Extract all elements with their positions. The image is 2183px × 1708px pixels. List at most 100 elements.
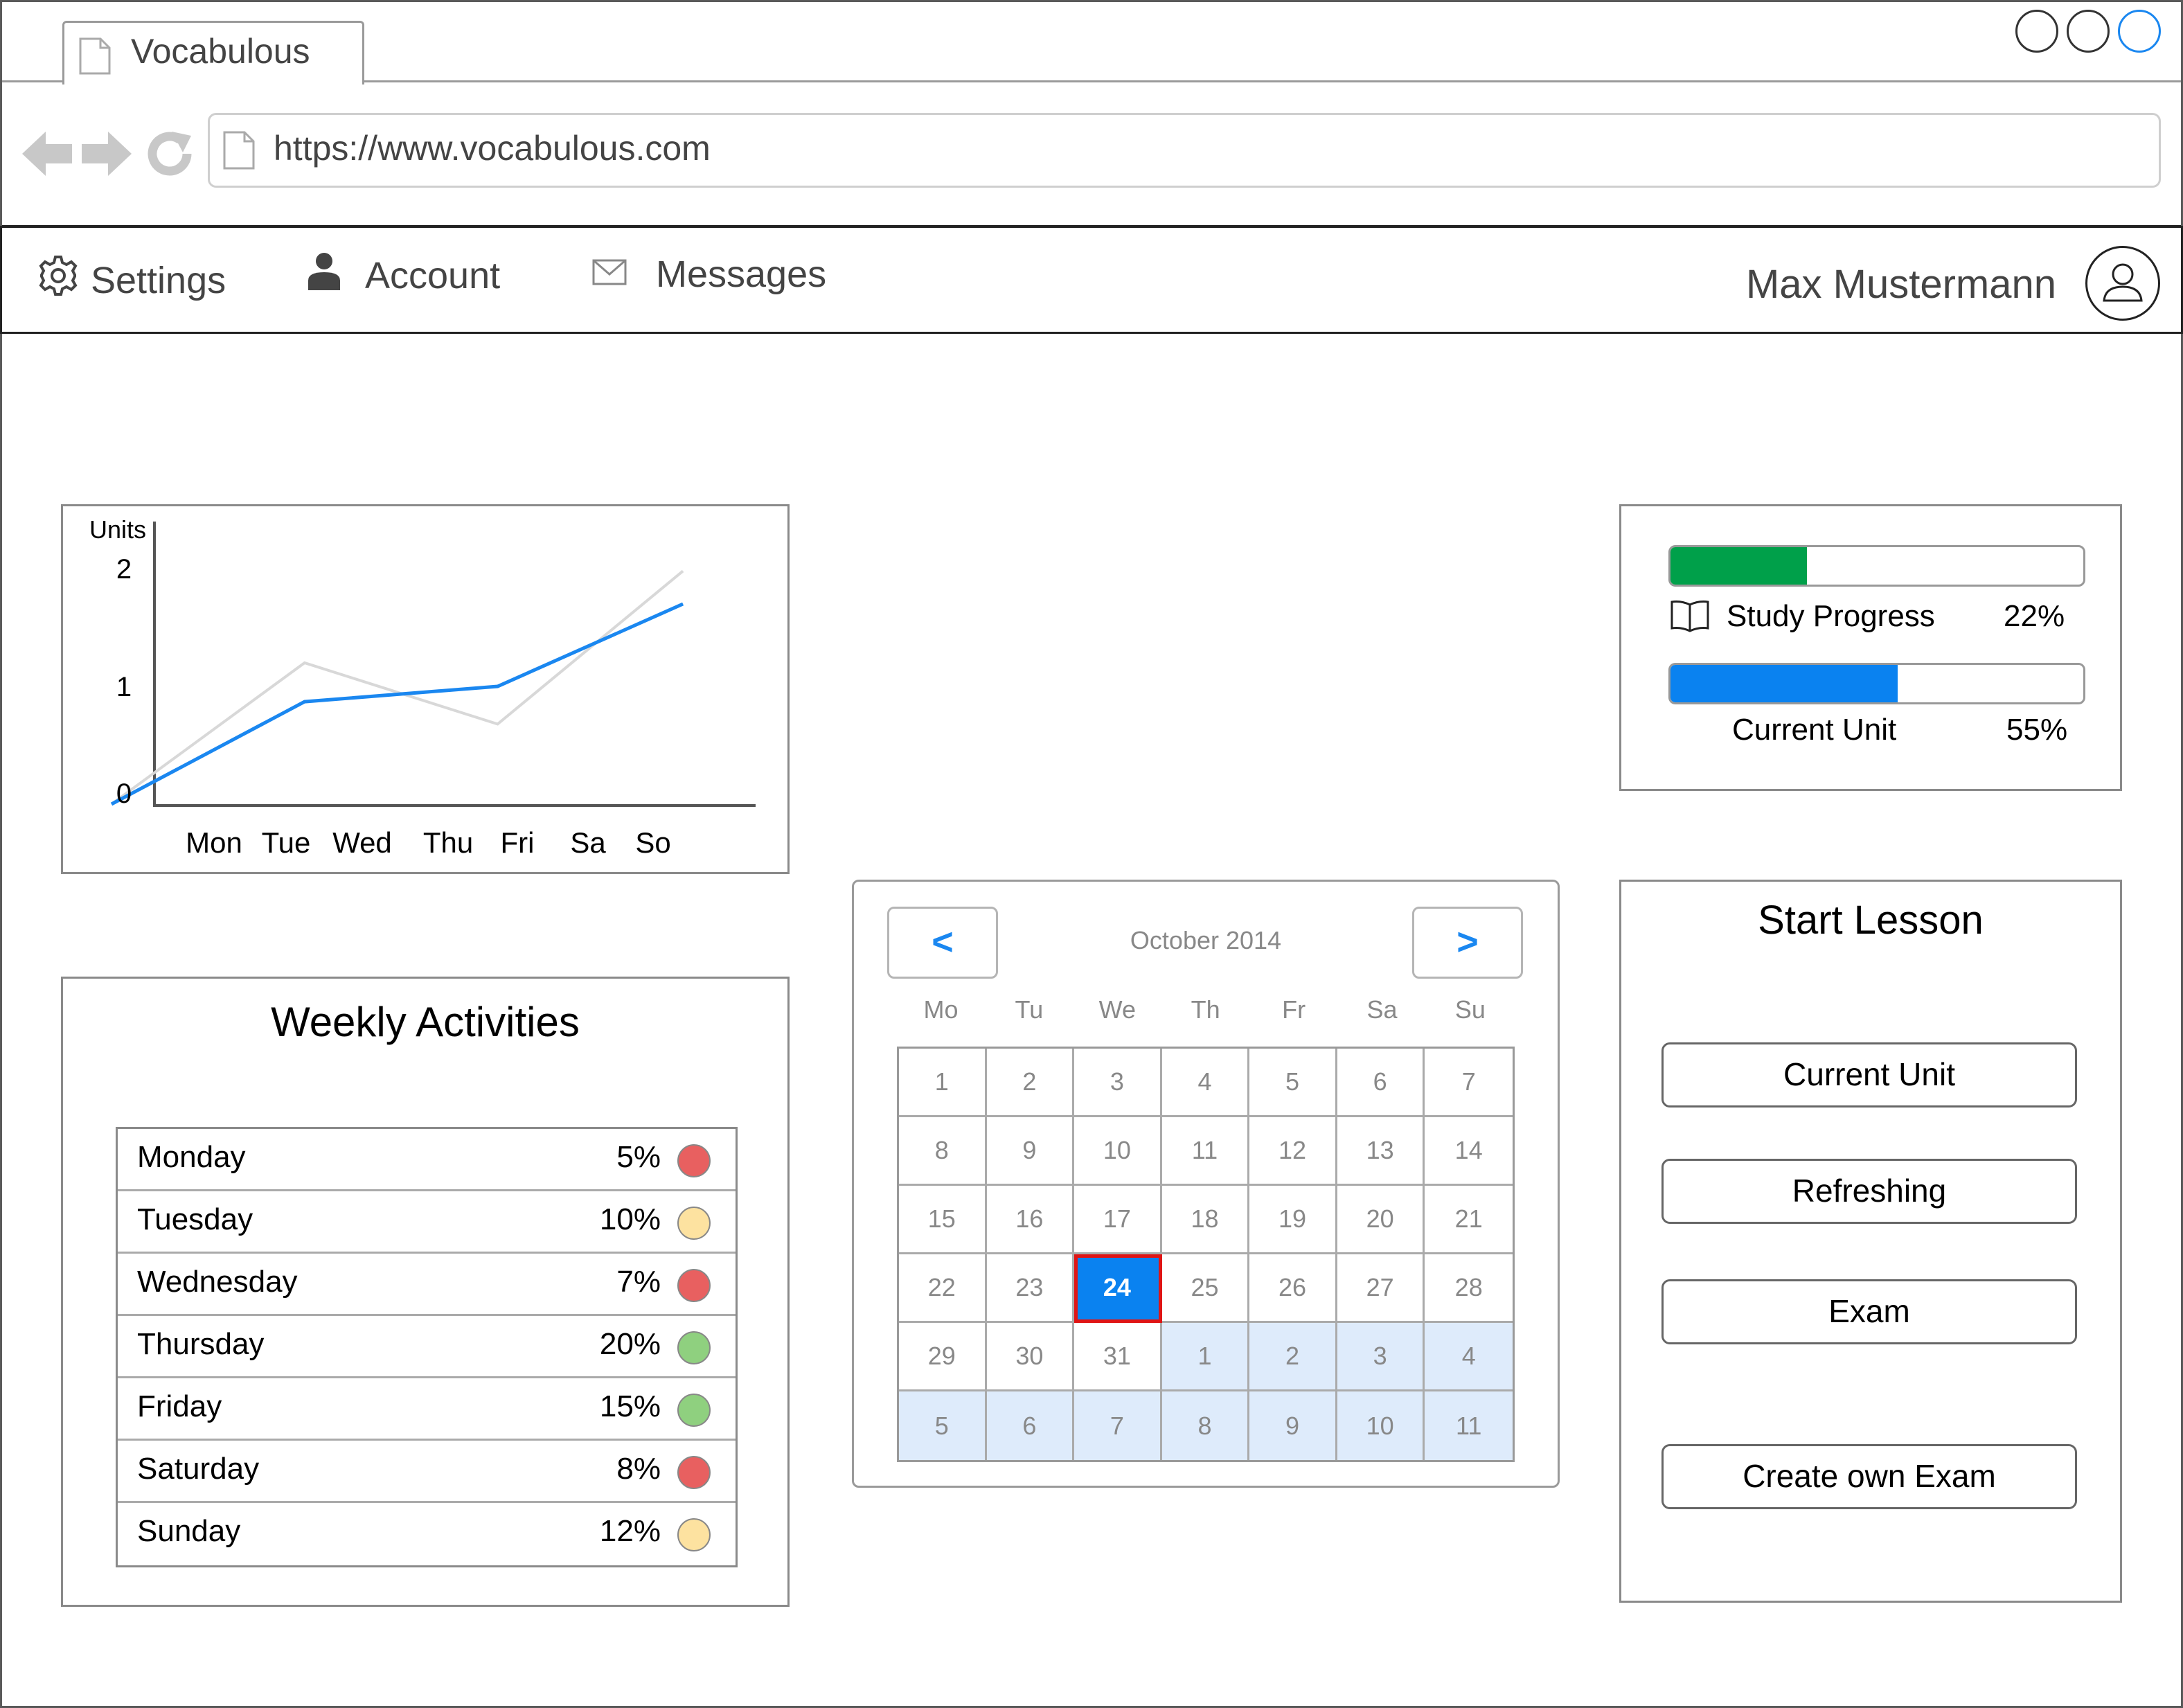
calendar-day[interactable]: 3 <box>1074 1049 1162 1117</box>
calendar-weekday-header: Fr <box>1282 995 1306 1024</box>
calendar-day[interactable]: 31 <box>1074 1323 1162 1391</box>
progress-panel: Study Progress 22% Current Unit 55% <box>1619 504 2122 791</box>
calendar-day[interactable]: 12 <box>1249 1117 1337 1186</box>
activity-percent: 8% <box>616 1452 661 1486</box>
calendar-day[interactable]: 30 <box>986 1323 1075 1391</box>
status-dot-icon <box>677 1144 711 1177</box>
calendar-day-selected[interactable]: 24 <box>1074 1254 1162 1323</box>
weekday-label: Thursday <box>137 1327 265 1361</box>
calendar-day[interactable]: 10 <box>1337 1391 1425 1460</box>
window-close-button[interactable] <box>2118 10 2161 53</box>
calendar-day[interactable]: 26 <box>1249 1254 1337 1323</box>
calendar-day[interactable]: 10 <box>1074 1117 1162 1186</box>
calendar-next-button[interactable]: > <box>1412 907 1523 979</box>
account-menu-item[interactable]: Account <box>307 251 500 299</box>
calendar-day[interactable]: 8 <box>899 1117 987 1186</box>
activity-percent: 7% <box>616 1265 661 1299</box>
weekday-label: Saturday <box>137 1452 260 1486</box>
calendar-day[interactable]: 18 <box>1161 1186 1250 1254</box>
window-minimize-button[interactable] <box>2015 10 2058 53</box>
weekly-activities-title: Weekly Activities <box>271 999 580 1045</box>
refreshing-button[interactable]: Refreshing <box>1661 1159 2077 1224</box>
calendar-day[interactable]: 9 <box>1249 1391 1337 1460</box>
calendar-day[interactable]: 6 <box>986 1391 1075 1460</box>
calendar-day[interactable]: 21 <box>1425 1186 1513 1254</box>
calendar-day[interactable]: 20 <box>1337 1186 1425 1254</box>
weekly-row-saturday: Saturday 8% <box>118 1441 736 1503</box>
calendar-day[interactable]: 7 <box>1074 1391 1162 1460</box>
weekly-row-monday: Monday 5% <box>118 1129 736 1191</box>
person-icon <box>307 251 341 299</box>
calendar-day[interactable]: 23 <box>986 1254 1075 1323</box>
status-dot-icon <box>677 1394 711 1427</box>
exam-button[interactable]: Exam <box>1661 1279 2077 1344</box>
calendar-grid: 1 2 3 4 5 6 7 8 9 10 11 12 13 14 15 16 17 18 19 20 21 22 23 24 2… <box>897 1047 1515 1462</box>
calendar-day[interactable]: 15 <box>899 1186 987 1254</box>
calendar-day[interactable]: 28 <box>1425 1254 1513 1323</box>
chart-x-tick-label: Fri <box>501 826 535 859</box>
weekday-label: Wednesday <box>137 1265 298 1299</box>
calendar-day[interactable]: 2 <box>1249 1323 1337 1391</box>
calendar-day[interactable]: 5 <box>1249 1049 1337 1117</box>
calendar-day[interactable]: 13 <box>1337 1117 1425 1186</box>
calendar-weekday-header: Tu <box>1015 995 1044 1024</box>
units-chart-panel: Units 0 1 2 Mon Tue Wed Thu Fri Sa So <box>61 504 790 874</box>
calendar-day[interactable]: 9 <box>986 1117 1075 1186</box>
calendar-day[interactable]: 7 <box>1425 1049 1513 1117</box>
address-bar[interactable]: https://www.vocabulous.com <box>208 113 2161 188</box>
calendar-weekday-header: We <box>1098 995 1136 1024</box>
current-unit-button[interactable]: Current Unit <box>1661 1042 2077 1107</box>
calendar-weekday-header: Th <box>1191 995 1220 1024</box>
browser-tab[interactable]: Vocabulous <box>62 21 364 84</box>
calendar-day[interactable]: 29 <box>899 1323 987 1391</box>
calendar-day[interactable]: 3 <box>1337 1323 1425 1391</box>
calendar-day[interactable]: 27 <box>1337 1254 1425 1323</box>
settings-label: Settings <box>91 259 226 301</box>
messages-menu-item[interactable]: Messages <box>592 253 826 296</box>
calendar-day[interactable]: 11 <box>1161 1117 1250 1186</box>
status-dot-icon <box>677 1207 711 1240</box>
calendar-day[interactable]: 19 <box>1249 1186 1337 1254</box>
create-own-exam-button[interactable]: Create own Exam <box>1661 1444 2077 1509</box>
reload-icon[interactable] <box>145 129 194 182</box>
calendar-day[interactable]: 5 <box>899 1391 987 1460</box>
chart-x-tick-label: Tue <box>262 826 311 859</box>
status-dot-icon <box>677 1518 711 1551</box>
calendar-weekday-header: Sa <box>1366 995 1398 1024</box>
calendar-day[interactable]: 11 <box>1425 1391 1513 1460</box>
calendar-day[interactable]: 1 <box>1161 1323 1250 1391</box>
calendar-day[interactable]: 2 <box>986 1049 1075 1117</box>
chart-y-axis-label: Units <box>89 515 146 544</box>
calendar-day[interactable]: 14 <box>1425 1117 1513 1186</box>
study-progress-value: 22% <box>2004 599 2065 633</box>
chart-x-tick-label: Wed <box>332 826 392 859</box>
weekly-activities-table: Monday 5% Tuesday 10% Wednesday 7% Thursday 20%… <box>116 1127 738 1567</box>
activity-percent: 10% <box>599 1202 661 1236</box>
calendar-day[interactable]: 6 <box>1337 1049 1425 1117</box>
calendar-day[interactable]: 22 <box>899 1254 987 1323</box>
forward-arrow-icon[interactable] <box>80 129 133 182</box>
chart-x-tick-label: Sa <box>570 826 606 859</box>
user-avatar-icon[interactable] <box>2085 246 2160 321</box>
status-dot-icon <box>677 1331 711 1364</box>
current-unit-value: 55% <box>2006 713 2068 747</box>
calendar-day[interactable]: 17 <box>1074 1186 1162 1254</box>
calendar-day[interactable]: 16 <box>986 1186 1075 1254</box>
calendar-weekday-header: Su <box>1454 995 1486 1024</box>
calendar-day[interactable]: 25 <box>1161 1254 1250 1323</box>
chart-y-tick-label: 1 <box>116 672 132 702</box>
calendar-day[interactable]: 4 <box>1425 1323 1513 1391</box>
back-arrow-icon[interactable] <box>21 129 73 182</box>
calendar-day[interactable]: 1 <box>899 1049 987 1117</box>
current-unit-label: Current Unit <box>1732 713 1897 747</box>
settings-menu-item[interactable]: Settings <box>37 254 226 306</box>
study-progress-bar <box>1668 545 2085 587</box>
messages-label: Messages <box>656 253 827 295</box>
chart-series-line-1 <box>110 602 684 806</box>
activity-percent: 15% <box>599 1389 661 1423</box>
chart-y-tick-label: 0 <box>116 779 132 809</box>
weekday-label: Friday <box>137 1389 222 1423</box>
calendar-day[interactable]: 4 <box>1161 1049 1250 1117</box>
calendar-day[interactable]: 8 <box>1161 1391 1250 1460</box>
window-maximize-button[interactable] <box>2067 10 2110 53</box>
